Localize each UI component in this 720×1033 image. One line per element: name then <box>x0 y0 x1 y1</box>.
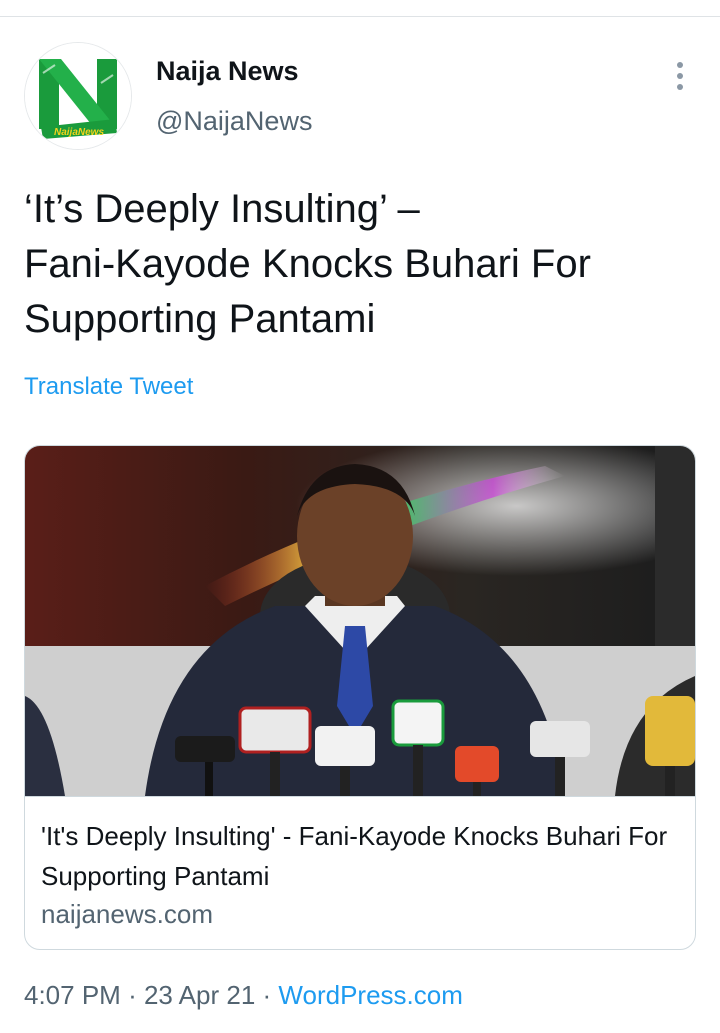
card-domain[interactable]: naijanews.com <box>41 899 213 930</box>
naija-news-logo-icon: NaijaNews <box>25 43 131 149</box>
card-title[interactable]: 'It's Deeply Insulting' - Fani-Kayode Kn… <box>41 816 671 896</box>
svg-text:NaijaNews: NaijaNews <box>54 127 104 138</box>
press-conference-photo <box>25 446 695 796</box>
more-dot <box>677 62 683 68</box>
tweet-text: ‘It’s Deeply Insulting’ – Fani-Kayode Kn… <box>24 187 591 341</box>
meta-separator: · <box>128 980 137 1010</box>
translate-tweet-link[interactable]: Translate Tweet <box>24 373 193 401</box>
more-dot <box>677 84 683 90</box>
tweet-source-link[interactable]: WordPress.com <box>278 980 462 1010</box>
tweet-meta: 4:07 PM · 23 Apr 21 · WordPress.com <box>24 980 463 1011</box>
more-dot <box>677 73 683 79</box>
more-options-icon[interactable] <box>664 58 696 94</box>
tweet-date[interactable]: 23 Apr 21 <box>144 980 255 1010</box>
top-divider <box>0 16 720 17</box>
tweet-time[interactable]: 4:07 PM <box>24 980 121 1010</box>
author-handle[interactable]: @NaijaNews <box>156 106 312 137</box>
meta-separator: · <box>262 980 272 1010</box>
link-card[interactable]: 'It's Deeply Insulting' - Fani-Kayode Kn… <box>24 445 696 950</box>
author-name[interactable]: Naija News <box>156 56 299 87</box>
card-image[interactable] <box>25 446 695 797</box>
author-avatar[interactable]: NaijaNews <box>24 42 132 150</box>
